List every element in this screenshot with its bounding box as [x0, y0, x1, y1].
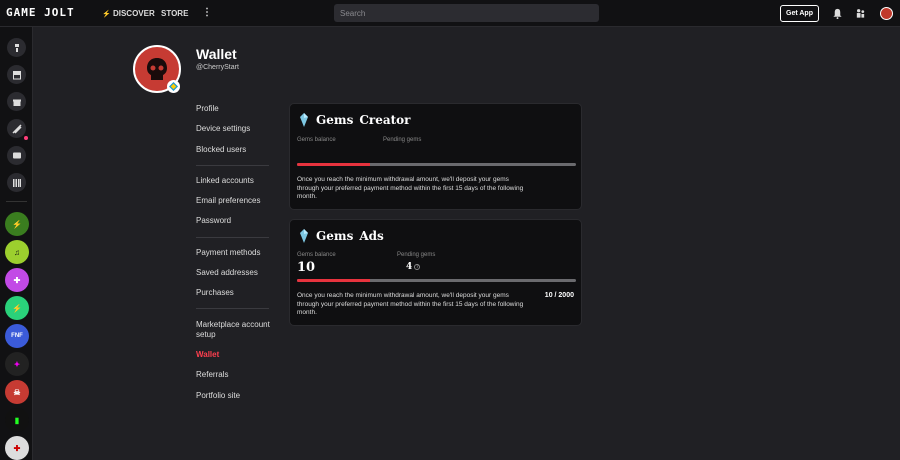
- bell-icon[interactable]: [832, 8, 843, 19]
- withdrawal-count: 10 / 2000: [544, 292, 574, 299]
- get-app-button[interactable]: Get App: [780, 5, 819, 22]
- discover-icon: ⚡: [102, 11, 111, 18]
- info-icon[interactable]: ?: [414, 263, 421, 270]
- ads-card-title: Gems Ads: [316, 229, 384, 243]
- rail-chat-button[interactable]: [7, 146, 26, 165]
- gem-icon: [300, 229, 308, 243]
- sparkle-community-icon[interactable]: ✦: [5, 352, 29, 376]
- nav-discover[interactable]: ⚡ DISCOVER: [102, 9, 155, 18]
- menu-divider: [196, 165, 269, 166]
- left-rail: ⚡ ♫ ✚ ⚡ FNF ✦ ☠ ▮ ✚: [0, 27, 33, 460]
- menu-divider: [196, 308, 269, 309]
- bars-community-icon[interactable]: ▮: [5, 408, 29, 432]
- game-jolt-logo[interactable]: GAME JOLT: [6, 6, 75, 19]
- rail-gift-button[interactable]: [7, 92, 26, 111]
- pending-gems-label: Pending gems: [397, 252, 436, 258]
- progress-fill: [297, 163, 370, 166]
- home-icon: [14, 43, 19, 52]
- menu-wallet[interactable]: Wallet: [196, 350, 219, 360]
- nav-store[interactable]: STORE: [161, 9, 188, 18]
- music-community-icon[interactable]: ♫: [5, 240, 29, 264]
- username: @CherryStart: [196, 64, 239, 71]
- menu-marketplace-label-line1: Marketplace account: [196, 320, 270, 329]
- menu-payment-methods[interactable]: Payment methods: [196, 248, 260, 258]
- menu-referrals[interactable]: Referrals: [196, 370, 228, 380]
- friends-icon[interactable]: [855, 8, 866, 19]
- menu-blocked-users[interactable]: Blocked users: [196, 145, 246, 155]
- menu-divider: [196, 237, 269, 238]
- rail-store-button[interactable]: [7, 65, 26, 84]
- ads-gems-card: Gems Ads Gems balance 10 Pending gems 4? …: [289, 219, 582, 326]
- creator-subtitle: Creator: [359, 113, 411, 127]
- rail-divider: [6, 201, 27, 202]
- library-icon: [12, 178, 21, 187]
- menu-device-settings[interactable]: Device settings: [196, 124, 250, 134]
- verified-badge-icon: [167, 80, 180, 93]
- menu-portfolio-site[interactable]: Portfolio site: [196, 391, 240, 401]
- gems-balance-value: 10: [297, 260, 316, 275]
- pending-gems-value: 4?: [406, 262, 421, 272]
- bolt-community-icon[interactable]: ⚡: [5, 296, 29, 320]
- gems-title: Gems: [316, 229, 354, 243]
- more-menu-icon[interactable]: ⋮: [202, 7, 212, 18]
- withdrawal-progress-bar: [297, 163, 576, 166]
- skull-icon: [147, 58, 167, 80]
- withdrawal-description: Once you reach the minimum withdrawal am…: [297, 176, 524, 200]
- gem-icon: [300, 113, 308, 127]
- menu-profile[interactable]: Profile: [196, 104, 219, 114]
- creator-gems-card: Gems Creator Gems balance Pending gems On…: [289, 103, 582, 210]
- pending-gems-number: 4: [406, 262, 413, 272]
- creator-card-title: Gems Creator: [316, 113, 411, 127]
- menu-purchases[interactable]: Purchases: [196, 288, 234, 298]
- withdrawal-description: Once you reach the minimum withdrawal am…: [297, 292, 524, 316]
- quests-icon: [11, 123, 22, 134]
- search-input[interactable]: [334, 4, 599, 22]
- discover-label: DISCOVER: [112, 9, 155, 18]
- gems-title: Gems: [316, 113, 354, 127]
- withdrawal-progress-bar: [297, 279, 576, 282]
- rail-quests-button[interactable]: [7, 119, 26, 138]
- menu-linked-accounts[interactable]: Linked accounts: [196, 176, 254, 186]
- fnaf-community-icon[interactable]: FNF: [5, 324, 29, 348]
- ads-subtitle: Ads: [359, 229, 384, 243]
- pending-gems-label: Pending gems: [383, 137, 422, 143]
- gems-balance-label: Gems balance: [297, 137, 336, 143]
- chat-icon: [12, 152, 21, 158]
- menu-marketplace-label-line2: setup: [196, 330, 216, 339]
- controller-community-icon[interactable]: ✚: [5, 268, 29, 292]
- community-icon[interactable]: ⚡: [5, 212, 29, 236]
- menu-marketplace-setup[interactable]: Marketplace account setup: [196, 320, 270, 340]
- gamepad-community-icon[interactable]: ✚: [5, 436, 29, 460]
- progress-fill: [297, 279, 370, 282]
- notification-dot: [24, 136, 28, 140]
- gems-balance-label: Gems balance: [297, 252, 336, 258]
- skull-community-icon[interactable]: ☠: [5, 380, 29, 404]
- store-icon: [12, 70, 21, 79]
- rail-home-button[interactable]: [7, 38, 26, 57]
- rail-library-button[interactable]: [7, 173, 26, 192]
- top-bar: GAME JOLT ⚡ DISCOVER STORE ⋮ Get App: [0, 0, 900, 27]
- gift-icon: [12, 99, 21, 106]
- page-title: Wallet: [196, 46, 237, 62]
- user-avatar[interactable]: [880, 7, 893, 20]
- menu-password[interactable]: Password: [196, 216, 231, 226]
- menu-email-preferences[interactable]: Email preferences: [196, 196, 260, 206]
- menu-saved-addresses[interactable]: Saved addresses: [196, 268, 258, 278]
